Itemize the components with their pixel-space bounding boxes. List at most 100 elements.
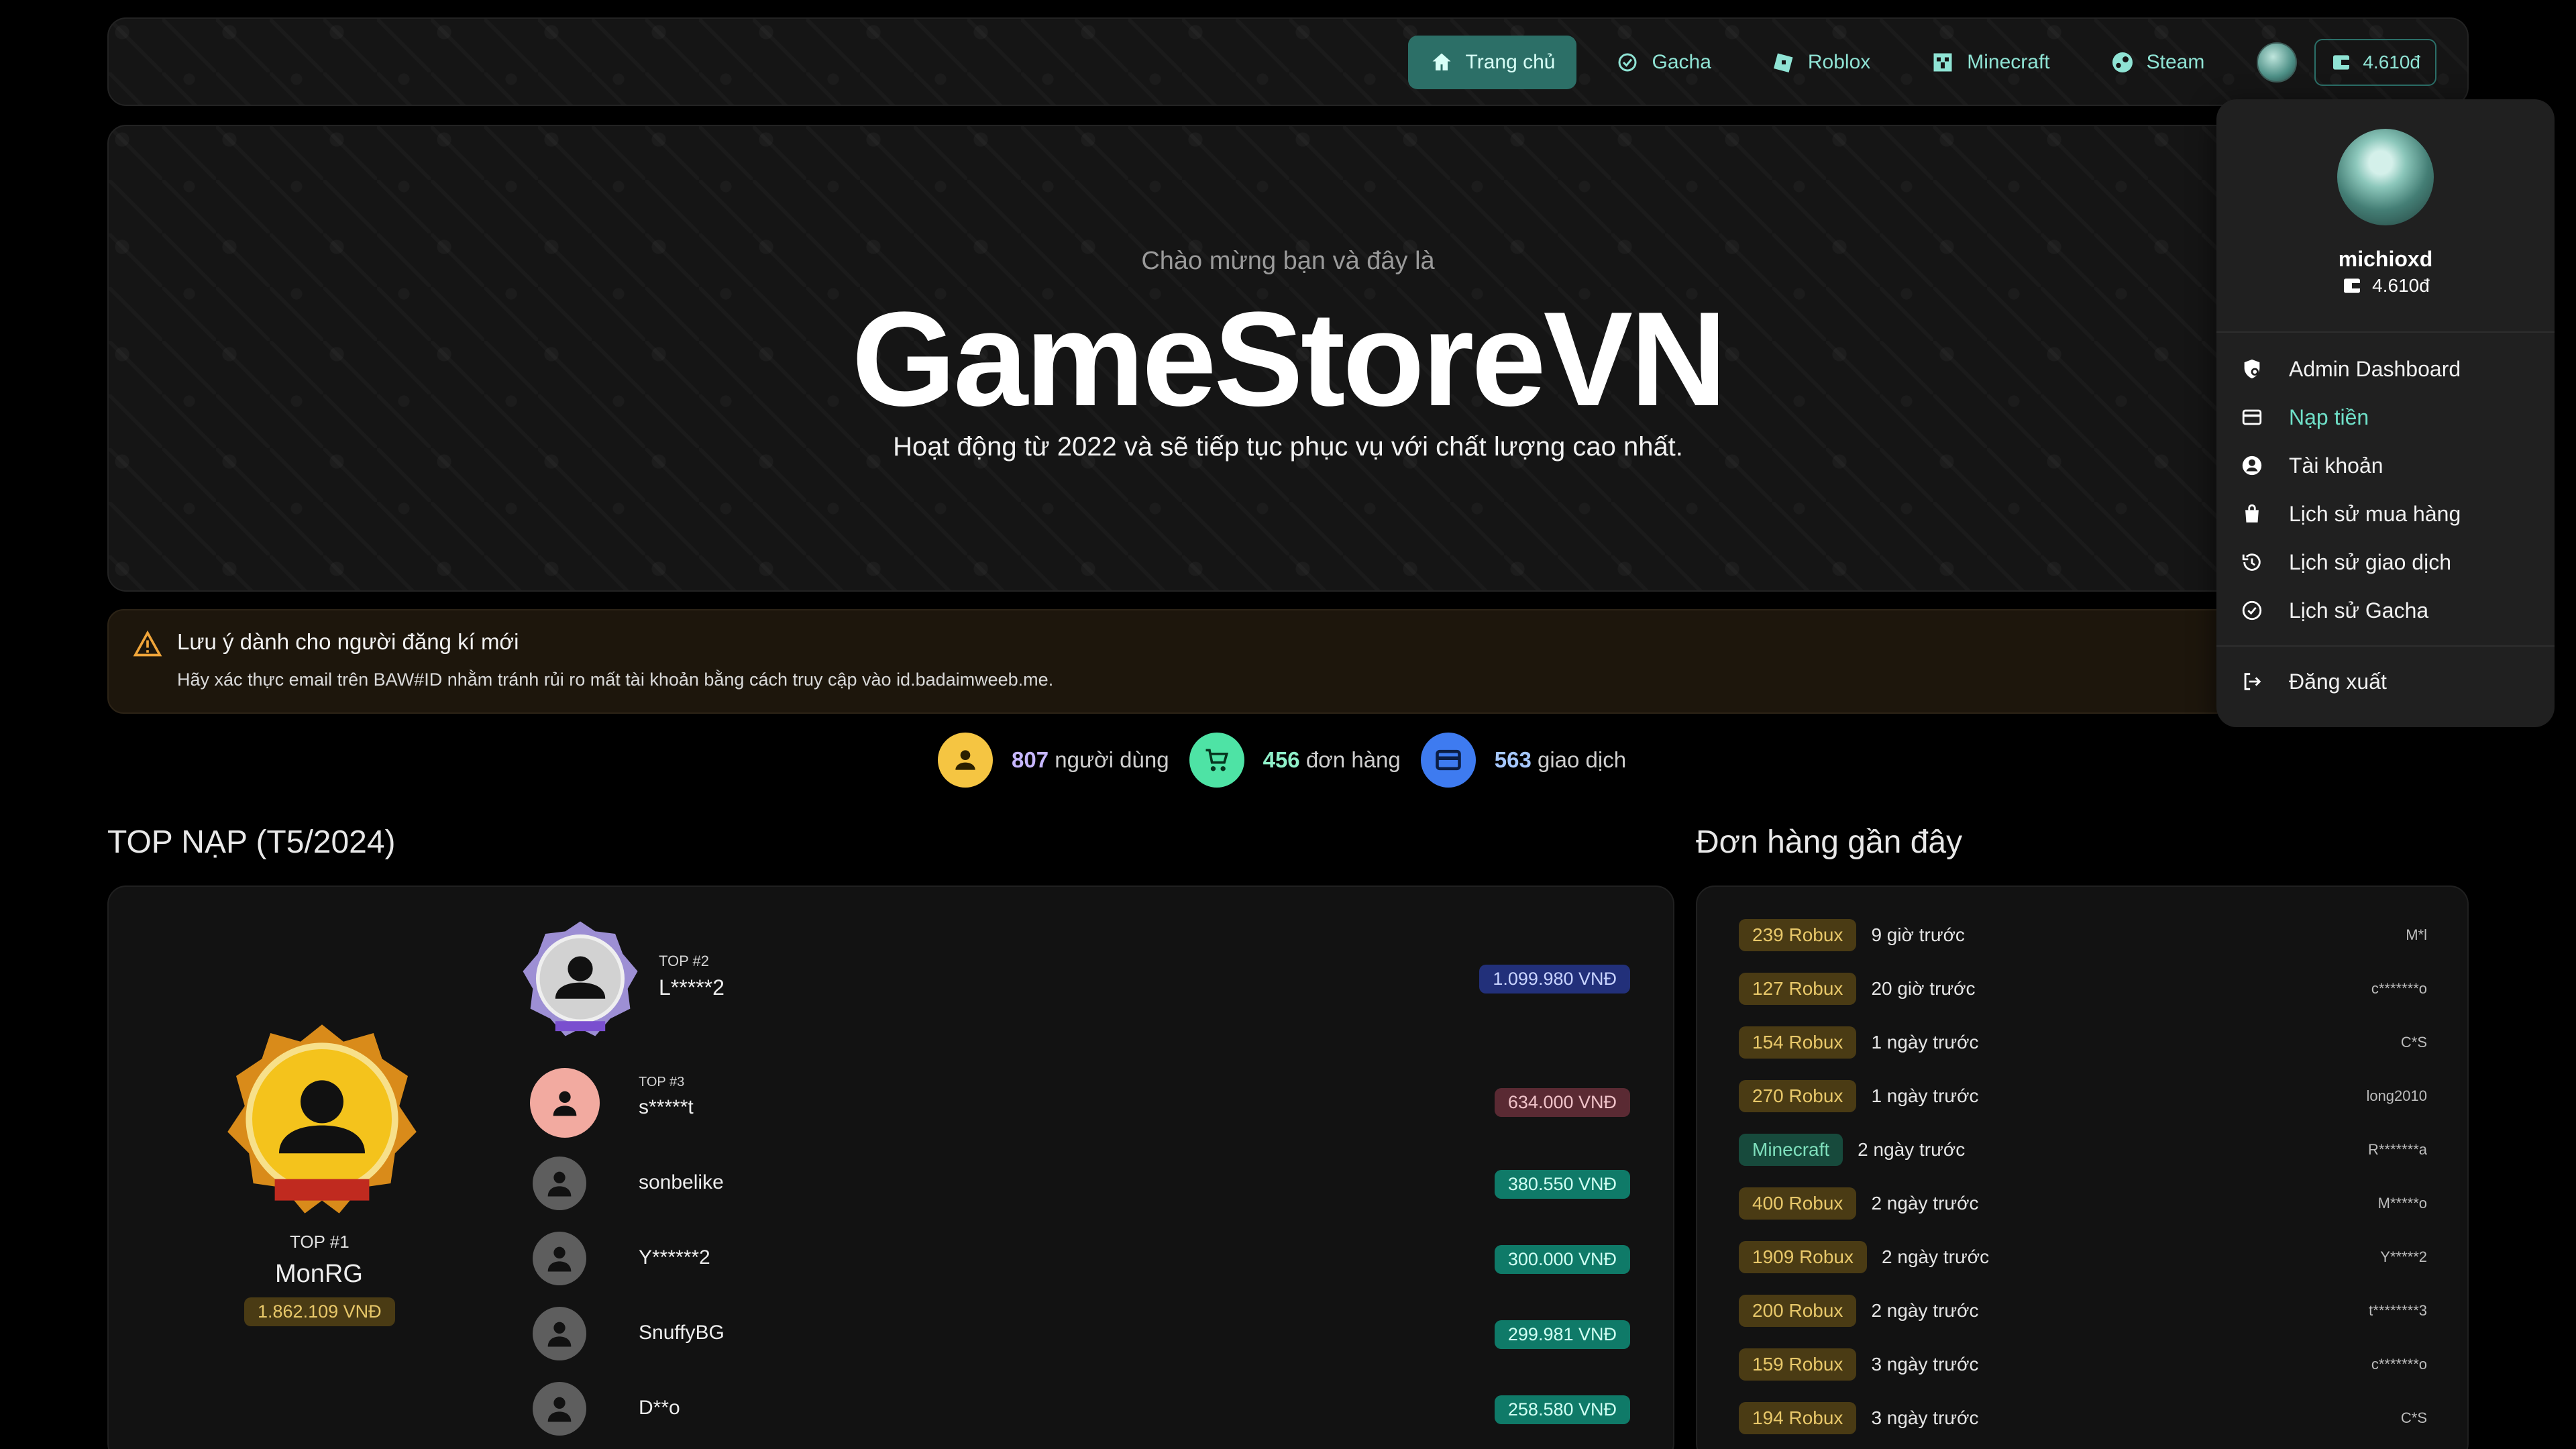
top2-amount: 1.099.980 VNĐ	[1479, 965, 1630, 994]
order-user: long2010	[2366, 1087, 2427, 1104]
top3-amount: 634.000 VNĐ	[1494, 1088, 1630, 1117]
order-user: t********3	[2369, 1302, 2427, 1319]
top3-label: TOP #3	[639, 1075, 685, 1089]
nav-steam[interactable]: Steam	[2089, 36, 2226, 89]
menu-logout[interactable]: Đăng xuất	[2241, 663, 2541, 700]
gacha-icon	[1618, 53, 1637, 72]
nav-gacha-label: Gacha	[1652, 51, 1711, 73]
dropdown-username: michioxd	[2338, 247, 2433, 271]
stat-users-label: người dùng	[1055, 747, 1169, 772]
order-user: Y*****2	[2380, 1248, 2427, 1265]
menu-purchase-history[interactable]: Lịch sử mua hàng	[2241, 495, 2541, 533]
top2-label: TOP #2	[659, 953, 710, 969]
menu-deposit-label: Nạp tiền	[2289, 405, 2369, 429]
menu-transaction-history-label: Lịch sử giao dịch	[2289, 549, 2451, 574]
order-user: M*l	[2406, 926, 2427, 943]
dropdown-balance-value: 4.610đ	[2372, 275, 2430, 296]
stats-bar: 807 người dùng 456 đơn hàng 563 giao dịc…	[938, 733, 1626, 788]
order-time: 3 ngày trước	[1871, 1354, 1979, 1375]
order-user: R*******a	[2367, 1141, 2427, 1158]
user-icon	[938, 733, 993, 788]
menu-purchase-history-label: Lịch sử mua hàng	[2289, 501, 2461, 526]
order-time: 3 ngày trước	[1871, 1407, 1979, 1428]
logout-icon	[2244, 673, 2261, 690]
order-row: 200 Robux 2 ngày trước t********3	[1739, 1292, 2427, 1330]
order-time: 20 giờ trước	[1871, 978, 1976, 999]
user-dropdown-menu: michioxd 4.610đ Admin Dashboard Nạp tiền…	[2216, 99, 2555, 727]
order-time: 1 ngày trước	[1871, 1032, 1979, 1053]
menu-gacha-history-label: Lịch sử Gacha	[2289, 598, 2429, 623]
menu-deposit[interactable]: Nạp tiền	[2241, 398, 2541, 436]
user-circle-icon	[2242, 455, 2262, 476]
menu-transaction-history[interactable]: Lịch sử giao dịch	[2241, 543, 2541, 581]
nav-roblox[interactable]: Roblox	[1750, 36, 1892, 89]
shield-gear-icon	[2244, 359, 2260, 379]
dropdown-divider	[2216, 645, 2555, 647]
order-item: 194 Robux	[1739, 1402, 1857, 1434]
rank4-name: sonbelike	[639, 1171, 724, 1193]
order-row: 194 Robux 3 ngày trước C*S	[1739, 1399, 2427, 1437]
top-section-title: TOP NẠP (T5/2024)	[107, 824, 396, 860]
rank7-name: D**o	[639, 1397, 680, 1419]
order-row: 239 Robux 9 giờ trước M*l	[1739, 916, 2427, 954]
top3-avatar	[530, 1068, 600, 1138]
order-time: 2 ngày trước	[1882, 1246, 1990, 1267]
order-user: C*S	[2400, 1034, 2427, 1051]
rank5-amount: 300.000 VNĐ	[1494, 1245, 1630, 1274]
order-row: Minecraft 2 ngày trước R*******a	[1739, 1131, 2427, 1169]
hero-banner: Chào mừng bạn và đây là GameStoreVN Hoạt…	[107, 125, 2469, 592]
menu-account[interactable]: Tài khoản	[2241, 447, 2541, 484]
order-time: 2 ngày trước	[1871, 1193, 1979, 1214]
order-item: 400 Robux	[1739, 1187, 1857, 1220]
top-donors-panel: TOP #1 MonRG 1.862.109 VNĐ TOP #2 L*****…	[107, 885, 1674, 1449]
nav-balance-button[interactable]: 4.610đ	[2314, 39, 2436, 86]
nav-minecraft[interactable]: Minecraft	[1909, 36, 2071, 89]
order-row: 1909 Robux 2 ngày trước Y*****2	[1739, 1238, 2427, 1276]
hero-title: GameStoreVN	[851, 284, 1727, 434]
rank4-avatar	[533, 1157, 586, 1210]
stat-users: 807 người dùng	[938, 733, 1169, 788]
nav-home[interactable]: Trang chủ	[1407, 36, 1577, 89]
stat-transactions-label: giao dịch	[1538, 747, 1627, 772]
dropdown-divider	[2216, 331, 2555, 333]
stat-orders-value: 456	[1263, 747, 1300, 772]
user-silhouette-icon	[553, 1091, 577, 1116]
nav-balance-value: 4.610đ	[2363, 52, 2420, 72]
order-time: 1 ngày trước	[1871, 1085, 1979, 1106]
nav-gacha[interactable]: Gacha	[1594, 36, 1732, 89]
nav-avatar[interactable]	[2257, 42, 2298, 83]
rank5-avatar	[533, 1232, 586, 1285]
order-item: 127 Robux	[1739, 973, 1857, 1005]
nav-minecraft-label: Minecraft	[1967, 51, 2050, 73]
warning-icon	[133, 630, 162, 657]
order-row: 270 Robux 1 ngày trước long2010	[1739, 1077, 2427, 1115]
top2-name: L*****2	[659, 975, 724, 1000]
roblox-icon	[1773, 53, 1793, 72]
rank4-amount: 380.550 VNĐ	[1494, 1170, 1630, 1199]
user-silhouette-icon	[547, 1397, 572, 1422]
top3-name: s*****t	[639, 1096, 694, 1118]
nav-menu: Trang chủ Gacha Roblox Minecraft Steam 4…	[1407, 36, 2436, 89]
rank7-amount: 258.580 VNĐ	[1494, 1395, 1630, 1424]
order-time: 2 ngày trước	[1871, 1300, 1979, 1321]
orders-section-title: Đơn hàng gần đây	[1696, 824, 1963, 860]
cart-icon	[1189, 733, 1244, 788]
user-silhouette-icon	[547, 1246, 572, 1272]
notice-text: Hãy xác thực email trên BAW#ID nhằm trán…	[177, 669, 1054, 690]
menu-gacha-history[interactable]: Lịch sử Gacha	[2241, 592, 2541, 629]
menu-admin-dashboard[interactable]: Admin Dashboard	[2241, 350, 2541, 388]
nav-roblox-label: Roblox	[1807, 51, 1871, 73]
hero-description: Hoạt động từ 2022 và sẽ tiếp tục phục vụ…	[893, 432, 1683, 462]
navbar: Trang chủ Gacha Roblox Minecraft Steam 4…	[107, 17, 2469, 106]
order-item: 200 Robux	[1739, 1295, 1857, 1327]
history-icon	[2242, 553, 2261, 571]
order-time: 2 ngày trước	[1858, 1139, 1966, 1160]
stat-users-value: 807	[1012, 747, 1049, 772]
notice-banner: Lưu ý dành cho người đăng kí mới Hãy xác…	[107, 609, 2469, 714]
user-silhouette-icon	[547, 1171, 572, 1197]
user-silhouette-icon	[547, 1322, 572, 1347]
steam-icon	[2112, 52, 2133, 72]
rank7-avatar	[533, 1382, 586, 1436]
order-item: 239 Robux	[1739, 919, 1857, 951]
order-row: 400 Robux 2 ngày trước M*****o	[1739, 1185, 2427, 1222]
